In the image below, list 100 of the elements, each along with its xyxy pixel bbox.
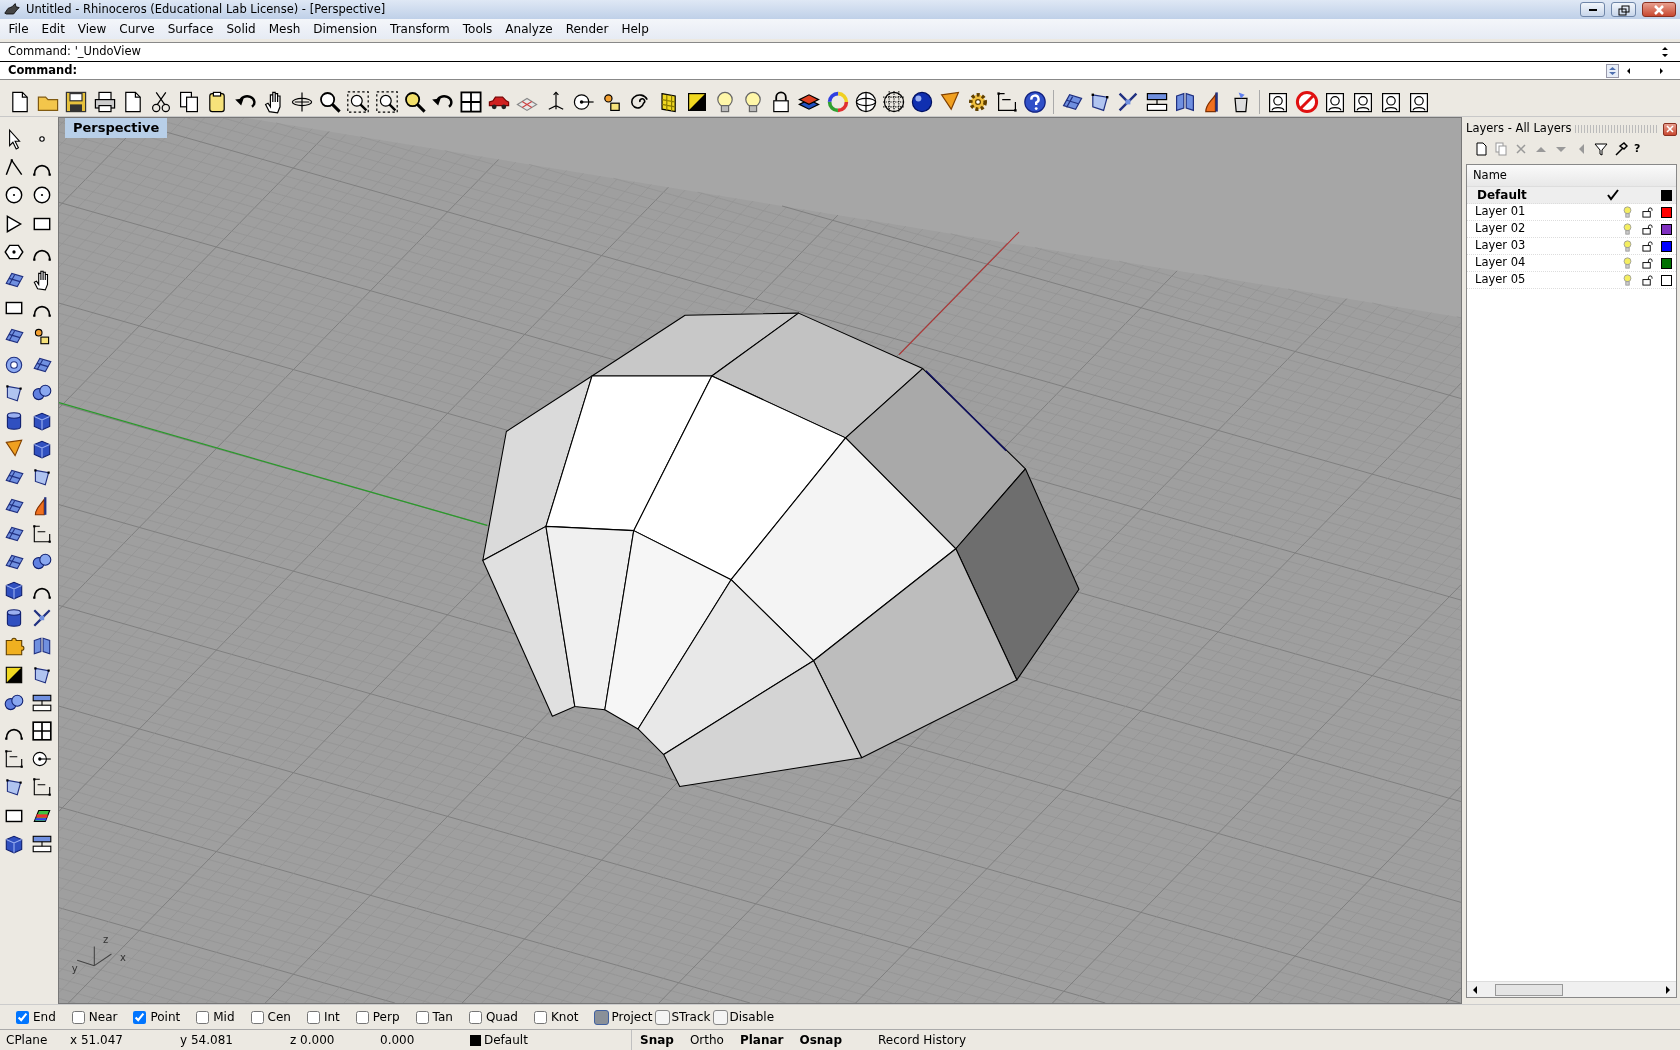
layer-row[interactable]: Layer 03 [1467,238,1676,255]
checkbox[interactable] [533,1010,547,1024]
close-icon [1666,125,1674,133]
magnifier-icon[interactable] [402,89,427,114]
viewport-title[interactable]: Perspective [65,118,168,138]
status-toggle[interactable]: Snap [632,1030,682,1050]
color-swatch[interactable] [1661,274,1672,286]
unlocked-padlock-icon[interactable] [1642,206,1653,218]
checkbox[interactable] [468,1010,482,1024]
toggle-box[interactable] [712,1009,728,1025]
scroll-right-icon[interactable] [1664,985,1672,994]
menu-item[interactable]: Tools [456,20,499,38]
color-swatch[interactable] [1661,257,1672,269]
checkbox[interactable] [250,1010,264,1024]
column-header[interactable]: Name [1467,165,1676,187]
menu-item[interactable]: Mesh [262,20,307,38]
dimension-icon[interactable] [994,89,1019,114]
checkbox[interactable] [196,1010,210,1024]
prohibited-icon[interactable] [1294,89,1319,114]
hammer-icon[interactable] [1614,142,1628,156]
dimension-icon[interactable] [31,522,53,545]
layer-row[interactable]: Layer 04 [1467,255,1676,272]
grid-sphere-icon[interactable] [881,89,906,114]
cube-icon[interactable] [3,579,25,602]
color-swatch[interactable] [1661,189,1672,201]
cube-icon[interactable] [31,438,53,461]
menu-item[interactable]: Edit [35,20,72,38]
close-button[interactable] [1663,122,1677,136]
menu-item[interactable]: Dimension [306,20,384,38]
checkbox[interactable] [133,1010,147,1024]
checkbox[interactable] [415,1010,429,1024]
layer-name: Layer 04 [1475,254,1527,272]
axis-label: y [71,961,78,976]
checkbox-label: Near [88,1009,118,1026]
scroll-left-icon[interactable] [1471,985,1479,994]
menu-item[interactable]: Analyze [498,20,560,38]
checkbox[interactable] [306,1010,320,1024]
layer-row[interactable]: Layer 02 [1467,221,1676,238]
minimize-button[interactable] [1580,2,1605,17]
toggle-label: Project [611,1009,653,1026]
checkbox[interactable] [355,1010,369,1024]
dimension-icon[interactable] [3,748,25,771]
filter-icon[interactable] [1594,142,1608,156]
unlocked-padlock-icon[interactable] [1642,240,1653,252]
status-toggle[interactable]: Osnap [791,1030,851,1050]
help-button[interactable]: ? [1634,140,1641,158]
menu-item[interactable]: Curve [112,20,162,38]
color-swatch[interactable] [1661,206,1672,218]
layer-color-swatch [470,1034,481,1046]
checkbox-label: Point [150,1009,181,1026]
zoom-window-icon[interactable] [346,89,371,114]
toggle-box[interactable] [654,1009,670,1025]
checkbox[interactable] [71,1010,85,1024]
restore-icon [1615,3,1632,16]
toggle-label: Disable [729,1009,775,1026]
axis-label: z [102,932,109,947]
status-toggle[interactable]: Planar [731,1030,792,1050]
scroll-arrows-icon[interactable] [1660,45,1670,59]
rhino-logo-icon [4,1,20,18]
color-swatch[interactable] [1661,240,1672,252]
checkbox-label: Quad [485,1009,518,1026]
wireframe-sphere-icon[interactable] [853,89,878,114]
menu-item[interactable]: Surface [161,20,220,38]
unlocked-padlock-icon[interactable] [1642,223,1653,235]
toggle-box[interactable] [594,1009,610,1025]
color-wheel-icon[interactable] [825,89,850,114]
magnifier-icon[interactable] [318,89,343,114]
close-button[interactable] [1642,2,1676,17]
status-toggle[interactable]: Record History [850,1030,995,1050]
unlocked-padlock-icon[interactable] [1642,274,1653,286]
scrollbar-thumb[interactable] [1495,983,1563,996]
color-swatch[interactable] [1661,223,1672,235]
menu-item[interactable]: Render [559,20,615,38]
zoom-window-icon[interactable] [374,89,399,114]
history-nav-icon[interactable] [1606,63,1666,78]
layer-row[interactable]: Layer 01 [1467,204,1676,221]
sphere-icon[interactable] [910,89,935,114]
menu-item[interactable]: View [71,20,113,38]
current-layer[interactable]: Default [484,1031,528,1049]
command-history: Command: '_UndoView [8,43,142,61]
four-viewports-icon[interactable] [31,720,53,743]
window-title: Untitled - Rhinoceros (Educational Lab License) - [Perspective] [26,0,387,18]
checkbox-label: Knot [550,1009,579,1026]
status-toggle[interactable]: Ortho [681,1030,732,1050]
dimension-icon[interactable] [31,776,53,799]
printer-icon[interactable] [92,89,117,114]
menu-item[interactable]: Transform [383,20,457,38]
menu-item[interactable]: Solid [219,20,263,38]
orbit-icon[interactable] [289,89,314,114]
layer-row[interactable]: Default [1467,187,1676,204]
help-icon[interactable] [1022,89,1047,114]
layer-row[interactable]: Layer 05 [1467,272,1676,289]
unlocked-padlock-icon[interactable] [1642,257,1653,269]
four-viewports-icon[interactable] [459,89,484,114]
menu-item[interactable]: File [2,20,36,38]
menu-item[interactable]: Help [614,20,656,38]
puzzle-icon[interactable] [3,635,25,658]
checkbox[interactable] [16,1010,29,1024]
restore-button[interactable] [1611,2,1636,17]
new-layer-icon[interactable] [1474,142,1488,156]
